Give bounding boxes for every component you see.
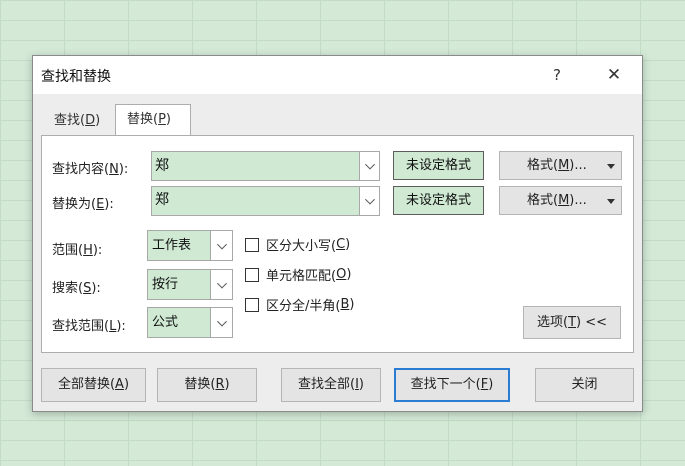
help-icon[interactable]: ? [545, 62, 569, 88]
find-format-preview: 未设定格式 [393, 151, 484, 180]
chevron-down-icon [216, 278, 227, 289]
replace-with-input[interactable]: 郑 [152, 187, 360, 215]
within-dropdown[interactable] [210, 231, 232, 260]
find-what-input[interactable]: 郑 [152, 152, 360, 180]
find-replace-dialog: 查找和替换 ? ✕ 查找(D) 替换(P) 查找内容(N): 郑 未设定格式 格… [32, 55, 643, 412]
tab-replace[interactable]: 替换(P) [115, 104, 191, 135]
search-select[interactable]: 按行 [147, 269, 233, 300]
find-all-button[interactable]: 查找全部(I) [281, 368, 381, 402]
close-button[interactable]: 关闭 [535, 368, 634, 402]
caret-down-icon [607, 164, 615, 169]
chevron-down-icon [364, 159, 375, 170]
look-in-dropdown[interactable] [210, 308, 232, 337]
caret-down-icon [607, 199, 615, 204]
dialog-title: 查找和替换 [41, 69, 111, 85]
replace-with-label: 替换为(E): [52, 197, 114, 212]
replace-with-dropdown[interactable] [359, 187, 379, 215]
within-value: 工作表 [148, 231, 211, 260]
checkbox-box[interactable] [245, 267, 259, 282]
find-what-dropdown[interactable] [359, 152, 379, 180]
find-next-button[interactable]: 查找下一个(F) [394, 368, 510, 402]
search-value: 按行 [148, 270, 211, 299]
chevron-down-icon [216, 316, 227, 327]
find-format-button[interactable]: 格式(M)... [499, 151, 622, 180]
close-icon[interactable]: ✕ [601, 62, 627, 88]
within-label: 范围(H): [52, 243, 103, 258]
checkbox-box[interactable] [245, 237, 259, 252]
look-in-value: 公式 [148, 308, 211, 337]
replace-with-combobox[interactable]: 郑 [151, 186, 380, 216]
find-what-combobox[interactable]: 郑 [151, 151, 380, 181]
options-button[interactable]: 选项(T) << [523, 306, 621, 339]
look-in-label: 查找范围(L): [52, 319, 126, 334]
search-dropdown[interactable] [210, 270, 232, 299]
checkbox-box[interactable] [245, 297, 259, 312]
match-byte-checkbox[interactable]: 区分全/半角(B) [245, 295, 354, 314]
replace-all-button[interactable]: 全部替换(A) [41, 368, 146, 402]
match-case-checkbox[interactable]: 区分大小写(C) [245, 235, 350, 254]
look-in-select[interactable]: 公式 [147, 307, 233, 338]
chevron-down-icon [216, 239, 227, 250]
match-entire-cell-checkbox[interactable]: 单元格匹配(O) [245, 265, 351, 284]
find-what-label: 查找内容(N): [52, 162, 129, 177]
replace-button[interactable]: 替换(R) [157, 368, 257, 402]
tab-find[interactable]: 查找(D) [43, 107, 112, 135]
chevron-down-icon [364, 194, 375, 205]
replace-format-button[interactable]: 格式(M)... [499, 186, 622, 215]
dialog-titlebar: 查找和替换 ? ✕ [33, 56, 642, 94]
replace-format-preview: 未设定格式 [393, 186, 484, 215]
search-label: 搜索(S): [52, 281, 101, 296]
within-select[interactable]: 工作表 [147, 230, 233, 261]
